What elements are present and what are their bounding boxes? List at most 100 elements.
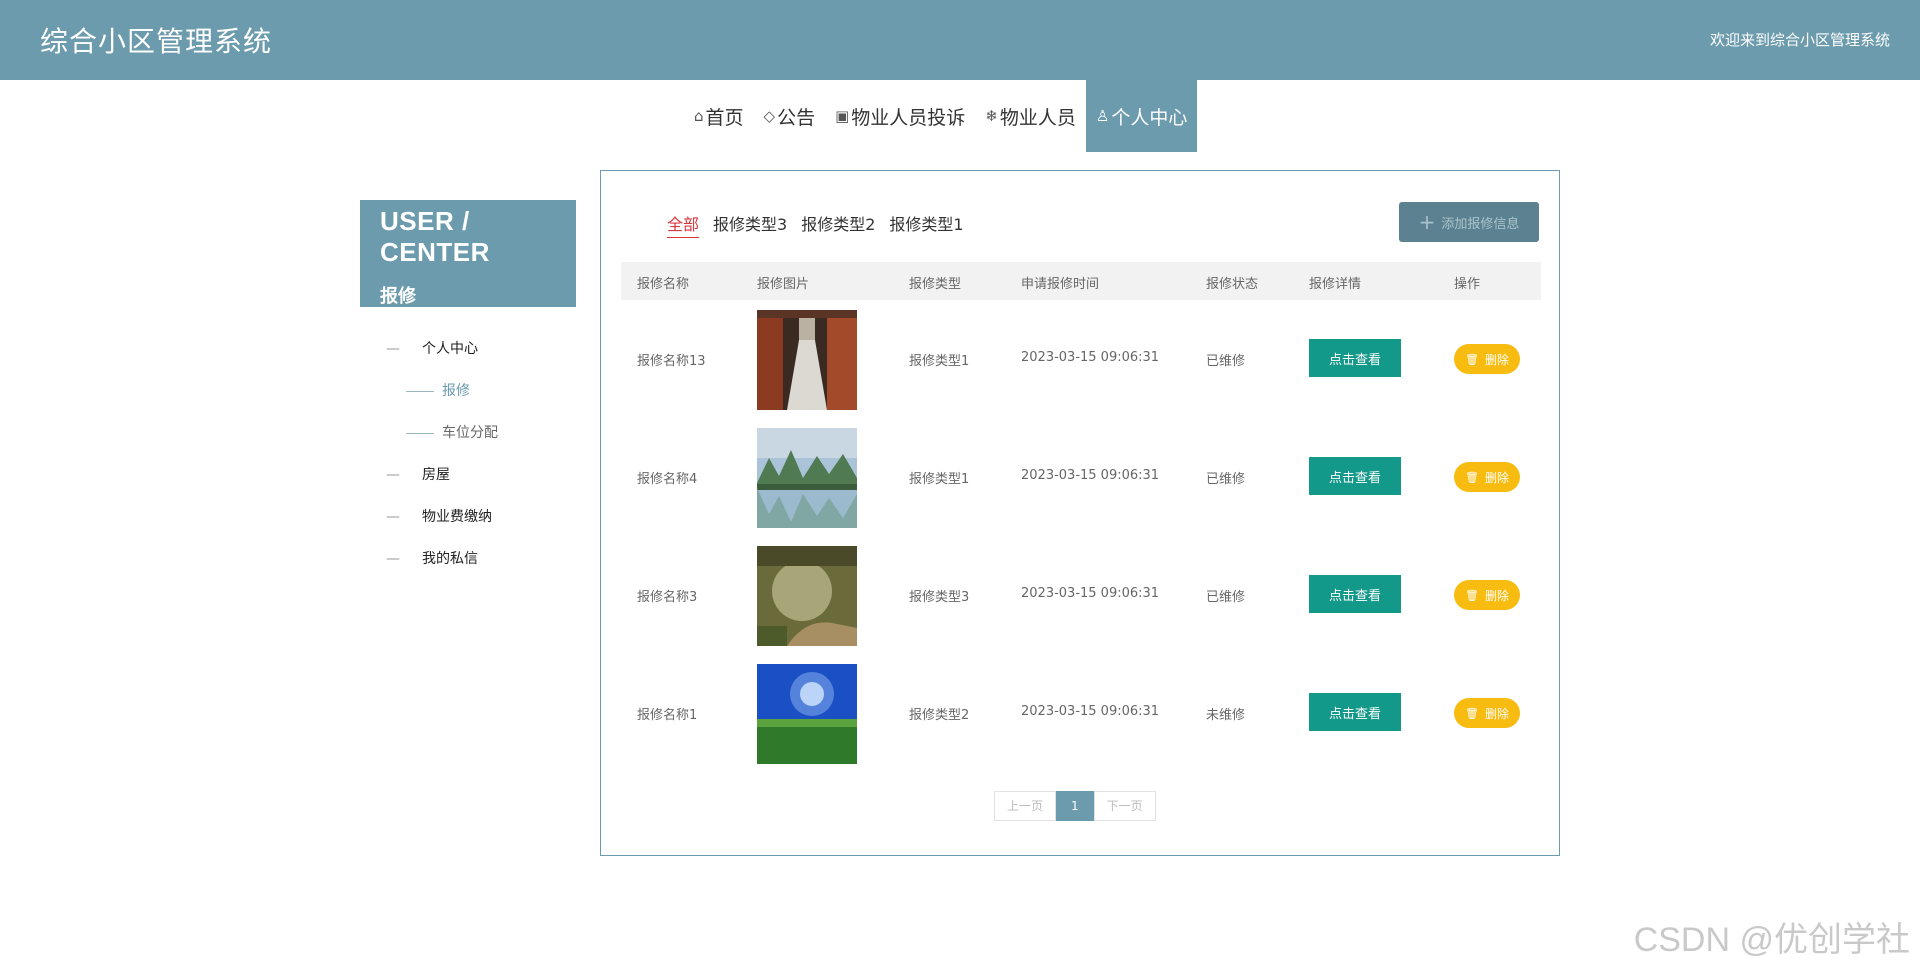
cell-name: 报修名称3 <box>637 590 698 605</box>
type-filter-tabs: 全部 报修类型3 报修类型2 报修类型1 <box>667 211 964 238</box>
delete-button[interactable]: 🗑 删除 <box>1454 462 1520 492</box>
filter-type1[interactable]: 报修类型1 <box>889 211 963 238</box>
top-header: 综合小区管理系统 欢迎来到综合小区管理系统 <box>0 0 1920 80</box>
filter-type3[interactable]: 报修类型3 <box>713 211 787 238</box>
delete-label: 删除 <box>1484 352 1509 367</box>
sidebar-menu: — 个人中心 报修 车位分配 — 房屋 — 物业费缴纳 — 我的私信 <box>360 330 576 582</box>
cell-type: 报修类型3 <box>909 590 970 605</box>
cell-status: 已维修 <box>1206 472 1246 487</box>
table-row: 报修名称1 报修类型2 2023-03-15 09:06:31 未维修 点击查看… <box>621 654 1541 772</box>
cell-type: 报修类型2 <box>909 708 970 723</box>
dash-marker: — <box>386 341 400 357</box>
view-details-button[interactable]: 点击查看 <box>1309 693 1401 731</box>
col-detail: 报修详情 <box>1309 277 1362 292</box>
trash-icon: 🗑 <box>1465 706 1479 720</box>
sidebar-title: USER / CENTER <box>380 206 490 267</box>
cell-type: 报修类型1 <box>909 354 970 369</box>
col-action: 操作 <box>1454 277 1481 292</box>
sidebar-item-repair[interactable]: 报修 <box>360 372 576 414</box>
nav-home[interactable]: ⌂ 首页 <box>684 80 754 152</box>
sidebar-item-label: 报修 <box>442 383 470 399</box>
cell-status: 已维修 <box>1206 354 1246 369</box>
watermark: CSDN @优创学社 <box>1633 921 1910 959</box>
sidebar-header: USER / CENTER 报修 <box>360 200 576 307</box>
nav-label: 首页 <box>705 106 744 129</box>
nav-label: 公告 <box>777 106 816 129</box>
cell-name: 报修名称1 <box>637 708 698 723</box>
next-page-button[interactable]: 下一页 <box>1093 791 1156 821</box>
filter-all[interactable]: 全部 <box>667 211 700 238</box>
main-nav: ⌂ 首页 ◇ 公告 ▣ 物业人员投诉 ❄ 物业人员 ♙ 个人中心 <box>684 80 1198 152</box>
line-marker <box>406 391 434 392</box>
delete-label: 删除 <box>1484 470 1509 485</box>
col-image: 报修图片 <box>757 277 810 292</box>
sidebar-item-user-center[interactable]: — 个人中心 <box>360 330 576 372</box>
nav-complaints[interactable]: ▣ 物业人员投诉 <box>825 80 975 152</box>
home-icon: ⌂ <box>694 107 704 125</box>
trash-icon: 🗑 <box>1465 588 1479 602</box>
sidebar-item-messages[interactable]: — 我的私信 <box>360 540 576 582</box>
prev-page-button[interactable]: 上一页 <box>994 791 1057 821</box>
nav-announcements[interactable]: ◇ 公告 <box>754 80 826 152</box>
trash-icon: 🗑 <box>1465 470 1479 484</box>
repair-panel: 全部 报修类型3 报修类型2 报修类型1 + 添加报修信息 报修名称 报修图片 … <box>600 170 1560 856</box>
sidebar-item-label: 我的私信 <box>422 551 478 567</box>
table-header: 报修名称 报修图片 报修类型 申请报修时间 报修状态 报修详情 操作 <box>621 262 1541 300</box>
clipboard-icon: ▣ <box>835 107 850 125</box>
add-repair-label: 添加报修信息 <box>1441 216 1520 232</box>
view-details-button[interactable]: 点击查看 <box>1309 457 1401 495</box>
delete-label: 删除 <box>1484 588 1509 603</box>
nav-label: 物业人员 <box>999 106 1076 129</box>
user-icon: ♙ <box>1095 107 1110 125</box>
col-type: 报修类型 <box>909 277 962 292</box>
sidebar-subtitle: 报修 <box>380 286 416 307</box>
repair-image[interactable] <box>757 546 857 646</box>
cell-time: 2023-03-15 09:06:31 <box>1021 350 1160 365</box>
cell-status: 未维修 <box>1206 708 1246 723</box>
cell-type: 报修类型1 <box>909 472 970 487</box>
dash-marker: — <box>386 509 400 525</box>
delete-button[interactable]: 🗑 删除 <box>1454 344 1520 374</box>
pagination: 上一页 1 下一页 <box>994 791 1156 821</box>
col-status: 报修状态 <box>1206 277 1259 292</box>
cell-status: 已维修 <box>1206 590 1246 605</box>
cell-time: 2023-03-15 09:06:31 <box>1021 704 1160 719</box>
trash-icon: 🗑 <box>1465 352 1479 366</box>
nav-staff[interactable]: ❄ 物业人员 <box>975 80 1086 152</box>
delete-button[interactable]: 🗑 删除 <box>1454 698 1520 728</box>
cell-name: 报修名称13 <box>637 354 706 369</box>
col-name: 报修名称 <box>637 277 690 292</box>
nav-user-center[interactable]: ♙ 个人中心 <box>1085 80 1198 152</box>
repair-image[interactable] <box>757 664 857 764</box>
sidebar-item-label: 个人中心 <box>422 341 478 357</box>
view-details-button[interactable]: 点击查看 <box>1309 339 1401 377</box>
sidebar-item-parking[interactable]: 车位分配 <box>360 414 576 456</box>
dash-marker: — <box>386 467 400 483</box>
app-title: 综合小区管理系统 <box>40 25 273 58</box>
view-details-button[interactable]: 点击查看 <box>1309 575 1401 613</box>
table-row: 报修名称4 报修类型1 2023-03-15 09:06:31 已维修 点击查看… <box>621 418 1541 536</box>
tag-icon: ◇ <box>763 107 776 125</box>
table-row: 报修名称3 报修类型3 2023-03-15 09:06:31 已维修 点击查看… <box>621 536 1541 654</box>
welcome-text: 欢迎来到综合小区管理系统 <box>1709 31 1890 49</box>
sidebar-item-house[interactable]: — 房屋 <box>360 456 576 498</box>
table-row: 报修名称13 报修类型1 2023-03-15 09:06:31 已维修 点击查… <box>621 300 1541 418</box>
add-repair-button[interactable]: + 添加报修信息 <box>1399 202 1539 242</box>
dash-marker: — <box>386 551 400 567</box>
delete-button[interactable]: 🗑 删除 <box>1454 580 1520 610</box>
page-number-current[interactable]: 1 <box>1056 791 1094 821</box>
plus-icon: + <box>1418 210 1436 234</box>
col-time: 申请报修时间 <box>1021 277 1100 292</box>
filter-type2[interactable]: 报修类型2 <box>801 211 875 238</box>
line-marker <box>406 433 434 434</box>
repair-image[interactable] <box>757 310 857 410</box>
sidebar-item-label: 物业费缴纳 <box>422 509 492 525</box>
cell-time: 2023-03-15 09:06:31 <box>1021 586 1160 601</box>
repair-image[interactable] <box>757 428 857 528</box>
nav-label: 物业人员投诉 <box>851 106 966 129</box>
cell-time: 2023-03-15 09:06:31 <box>1021 468 1160 483</box>
nav-label: 个人中心 <box>1111 106 1188 129</box>
sidebar-item-property-fee[interactable]: — 物业费缴纳 <box>360 498 576 540</box>
sidebar-item-label: 车位分配 <box>442 425 498 441</box>
sidebar-item-label: 房屋 <box>422 467 450 483</box>
